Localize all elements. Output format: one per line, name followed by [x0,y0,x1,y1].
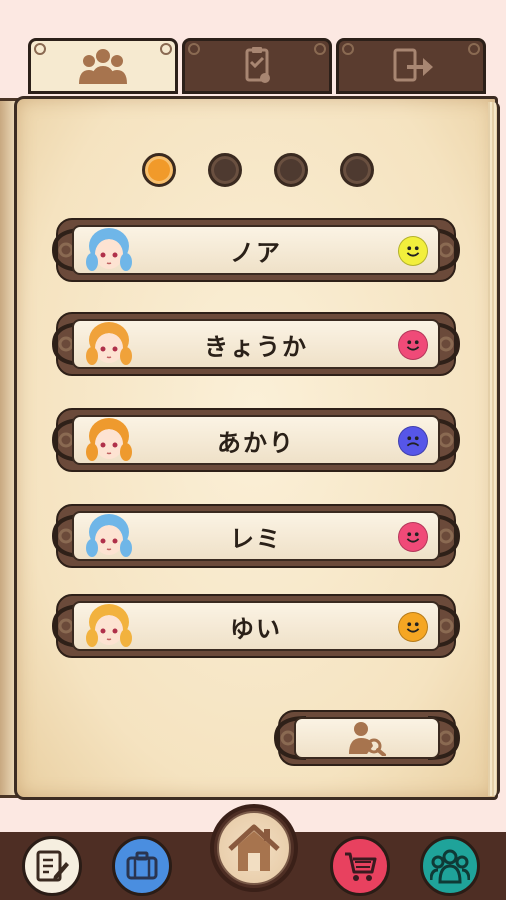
mood-face-icon [398,522,428,552]
friends-icon [430,849,470,884]
character-plate[interactable]: ノア [50,218,462,282]
cart-icon [345,852,377,881]
nav-home-button[interactable] [210,804,298,892]
tab-exit[interactable] [336,38,486,94]
tab-characters[interactable] [28,38,178,94]
character-plate[interactable]: きょうか [50,312,462,376]
character-avatar [86,604,132,647]
character-name: レミ [230,524,282,553]
character-avatar [86,514,132,557]
character-plate[interactable]: あかり [50,408,462,472]
nav-shop-button[interactable] [330,836,390,896]
nav-briefcase-button[interactable] [112,836,172,896]
page-dot-2[interactable] [208,153,242,187]
nav-notebook-button[interactable] [22,836,82,896]
home-icon [228,824,280,871]
user-search-icon [349,722,386,756]
mood-face-icon [398,236,428,266]
checklist-icon [245,47,270,83]
character-name: ノア [230,238,282,267]
character-plate[interactable]: ゆい [50,594,462,658]
character-name: あかり [217,428,295,457]
nav-friends-button[interactable] [420,836,480,896]
mood-face-icon [398,330,428,360]
page-indicator [142,153,374,187]
group-icon [79,49,127,84]
briefcase-icon [126,851,158,880]
mood-face-icon [398,426,428,456]
page-dot-4[interactable] [340,153,374,187]
character-avatar [86,228,132,271]
tab-tasks[interactable] [182,38,332,94]
character-name: きょうか [204,332,308,361]
character-name: ゆい [230,614,282,643]
character-avatar [86,322,132,365]
exit-icon [393,48,433,82]
notebook-icon [36,850,69,882]
search-character-button[interactable] [272,710,462,766]
page-dot-3[interactable] [274,153,308,187]
page-dot-1[interactable] [142,153,176,187]
character-plate[interactable]: レミ [50,504,462,568]
mood-face-icon [398,612,428,642]
book-page-edge [488,102,500,796]
character-avatar [86,418,132,461]
